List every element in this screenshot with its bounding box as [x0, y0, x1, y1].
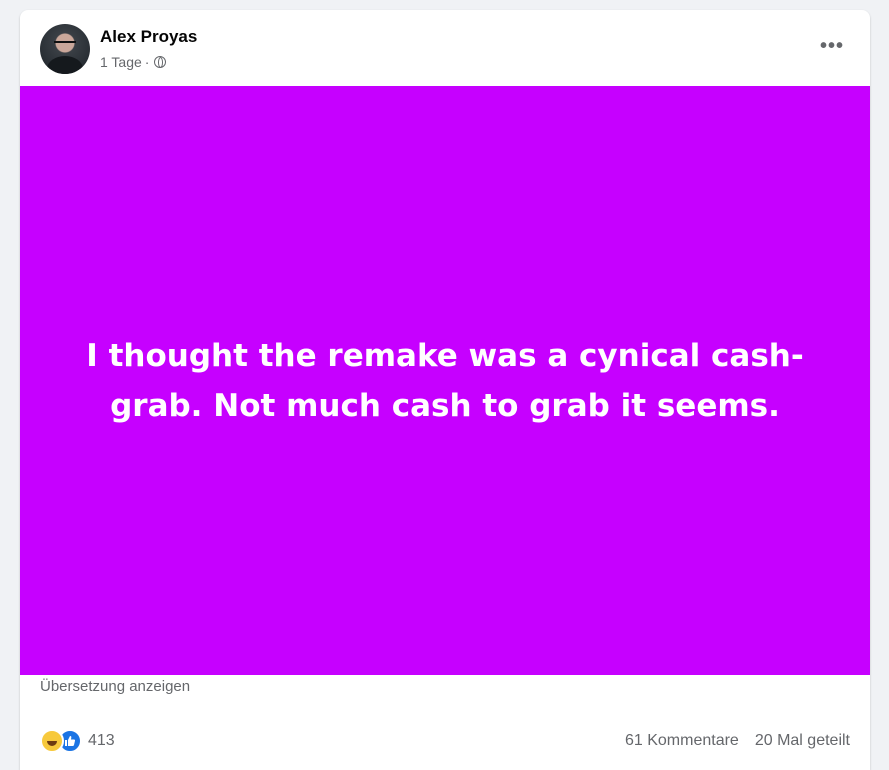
shares-count[interactable]: 20 Mal geteilt — [755, 732, 850, 750]
meta-separator: · — [144, 54, 150, 70]
avatar-glasses — [54, 41, 76, 48]
post-background: I thought the remake was a cynical cash-… — [20, 86, 870, 675]
post-text: I thought the remake was a cynical cash-… — [86, 337, 804, 424]
post-footer: 413 61 Kommentare 20 Mal geteilt — [20, 725, 870, 755]
reactions-summary[interactable]: 413 — [40, 729, 115, 753]
globe-icon — [154, 56, 167, 68]
more-options-icon[interactable]: ••• — [814, 28, 850, 64]
translate-link[interactable]: Übersetzung anzeigen — [40, 678, 190, 695]
haha-icon — [40, 729, 64, 753]
author-avatar[interactable] — [40, 24, 90, 74]
post-stats: 61 Kommentare 20 Mal geteilt — [625, 732, 850, 750]
author-name[interactable]: Alex Proyas — [100, 27, 197, 47]
post-meta: 1 Tage · — [100, 54, 167, 70]
avatar-body — [47, 56, 83, 74]
reaction-count: 413 — [88, 732, 115, 749]
thumbs-up-glyph — [65, 736, 76, 746]
comments-count[interactable]: 61 Kommentare — [625, 732, 739, 750]
post-time[interactable]: 1 Tage — [100, 54, 142, 70]
post-header: Alex Proyas 1 Tage · ••• — [20, 10, 870, 86]
post-card: Alex Proyas 1 Tage · ••• I thought the r… — [20, 10, 870, 770]
